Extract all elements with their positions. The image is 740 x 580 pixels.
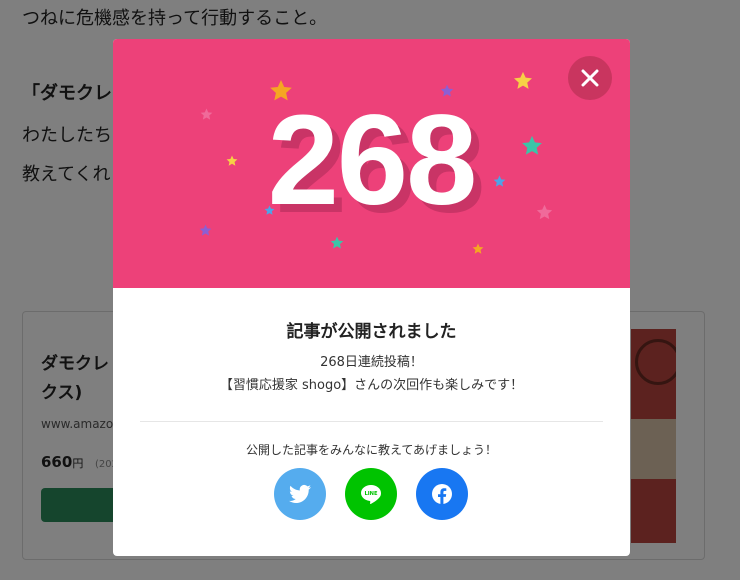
streak-text: 268日連続投稿！ xyxy=(320,355,423,370)
star-icon xyxy=(472,243,484,255)
cheer-text: 【習慣応援家 shogo】さんの次回作も楽しみです！ xyxy=(219,378,524,393)
close-button[interactable] xyxy=(568,56,612,100)
modal-header-banner: 268 xyxy=(113,39,630,288)
close-icon xyxy=(581,69,599,87)
streak-count: 268 xyxy=(267,89,478,232)
facebook-share-button[interactable] xyxy=(416,468,468,520)
svg-text:LINE: LINE xyxy=(364,491,378,497)
facebook-icon xyxy=(432,484,452,504)
star-icon xyxy=(199,224,212,237)
star-icon xyxy=(330,236,344,250)
share-prompt: 公開した記事をみんなに教えてあげましょう！ xyxy=(245,443,498,457)
star-icon xyxy=(513,71,533,91)
modal-title: 記事が公開されました xyxy=(286,322,457,342)
divider xyxy=(140,421,603,422)
twitter-icon xyxy=(289,484,311,503)
modal-body: 記事が公開されました 268日連続投稿！ 【習慣応援家 shogo】さんの次回作… xyxy=(113,288,630,556)
publish-complete-modal: 268 記事が公開されました 268日連続投稿！ 【習慣応援家 shogo】さん… xyxy=(113,39,630,556)
twitter-share-button[interactable] xyxy=(274,468,326,520)
line-icon: LINE xyxy=(361,485,381,505)
line-share-button[interactable]: LINE xyxy=(345,468,397,520)
